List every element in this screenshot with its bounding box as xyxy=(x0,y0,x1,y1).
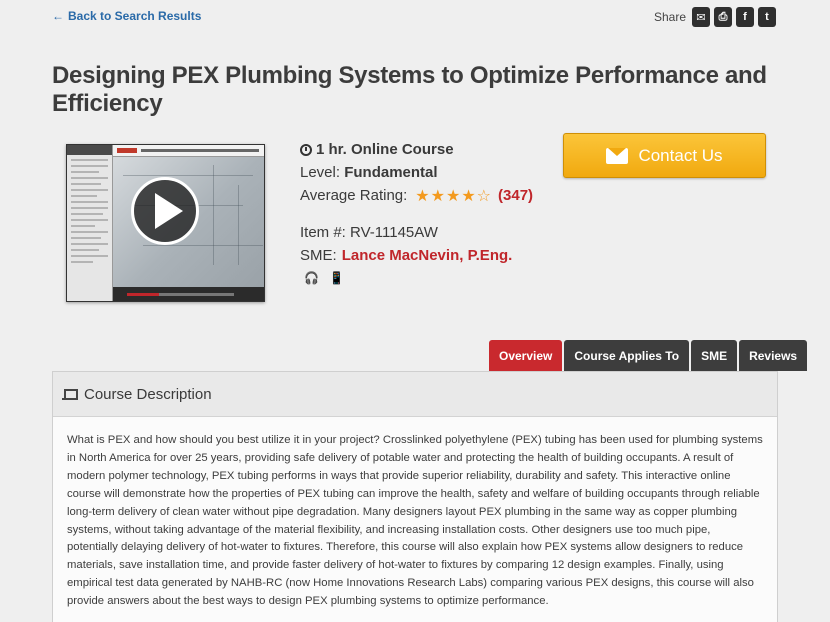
video-controls xyxy=(113,287,264,301)
format-icons: 🎧 📱 xyxy=(304,271,533,285)
headphones-icon: 🎧 xyxy=(304,271,319,285)
facebook-icon: f xyxy=(743,11,747,23)
rating-count[interactable]: (347) xyxy=(498,187,533,204)
contact-us-button[interactable]: Contact Us xyxy=(563,133,766,178)
video-sidebar xyxy=(67,145,113,301)
course-level: Level: Fundamental xyxy=(300,164,438,181)
star-filled-icon: ★ xyxy=(430,187,446,205)
star-filled-icon: ★ xyxy=(445,187,462,205)
envelope-icon xyxy=(606,147,629,164)
video-progress-fill xyxy=(127,293,160,296)
description-body: What is PEX and how should you best util… xyxy=(67,434,763,608)
tab-sme[interactable]: SME xyxy=(691,340,738,371)
course-rating: Average Rating: ★ ★ ★ ★ ☆ (347) xyxy=(300,186,534,206)
sme-name-link[interactable]: Lance MacNevin, P.Eng. xyxy=(342,247,513,264)
description-header: Course Description xyxy=(53,372,777,417)
star-filled-icon: ★ xyxy=(461,187,477,205)
rating-stars: ★ ★ ★ ★ ☆ xyxy=(415,186,492,206)
laptop-icon xyxy=(62,388,78,400)
print-button[interactable]: ⎙ xyxy=(714,7,732,27)
arrow-left-icon: ← xyxy=(52,9,64,23)
email-share-button[interactable]: ✉ xyxy=(692,7,710,27)
print-icon: ⎙ xyxy=(718,10,728,23)
tab-overview[interactable]: Overview xyxy=(489,340,563,371)
star-filled-icon: ★ xyxy=(415,187,431,205)
tab-reviews[interactable]: Reviews xyxy=(739,340,808,371)
email-icon: ✉ xyxy=(696,11,706,24)
twitter-icon: t xyxy=(765,11,769,23)
description-heading: Course Description xyxy=(84,385,212,403)
star-empty-icon: ☆ xyxy=(476,187,493,205)
course-info: 1 hr. Online Course Level: Fundamental A… xyxy=(300,138,533,285)
page-title: Designing PEX Plumbing Systems to Optimi… xyxy=(52,62,767,117)
facebook-share-button[interactable]: f xyxy=(736,7,754,27)
course-sme: SME: Lance MacNevin, P.Eng. xyxy=(300,247,513,264)
tab-course-applies-to[interactable]: Course Applies To xyxy=(564,340,690,371)
twitter-share-button[interactable]: t xyxy=(758,7,776,27)
clock-icon xyxy=(300,143,312,156)
play-icon[interactable] xyxy=(131,177,199,245)
back-to-search-link[interactable]: ← Back to Search Results xyxy=(52,9,201,23)
course-description-panel: Course Description What is PEX and how s… xyxy=(52,371,778,622)
contact-us-label: Contact Us xyxy=(638,145,723,165)
mobile-icon: 📱 xyxy=(328,271,344,285)
share-label: Share xyxy=(653,10,686,24)
share-bar: Share ✉ ⎙ f t xyxy=(654,7,776,27)
course-duration: 1 hr. Online Course xyxy=(300,138,533,161)
course-tabs: Overview Course Applies To SME Reviews xyxy=(489,340,808,371)
course-video-preview[interactable] xyxy=(66,144,265,302)
back-link-label: Back to Search Results xyxy=(68,9,202,23)
course-item-number: Item #: RV-11145AW xyxy=(300,224,438,241)
